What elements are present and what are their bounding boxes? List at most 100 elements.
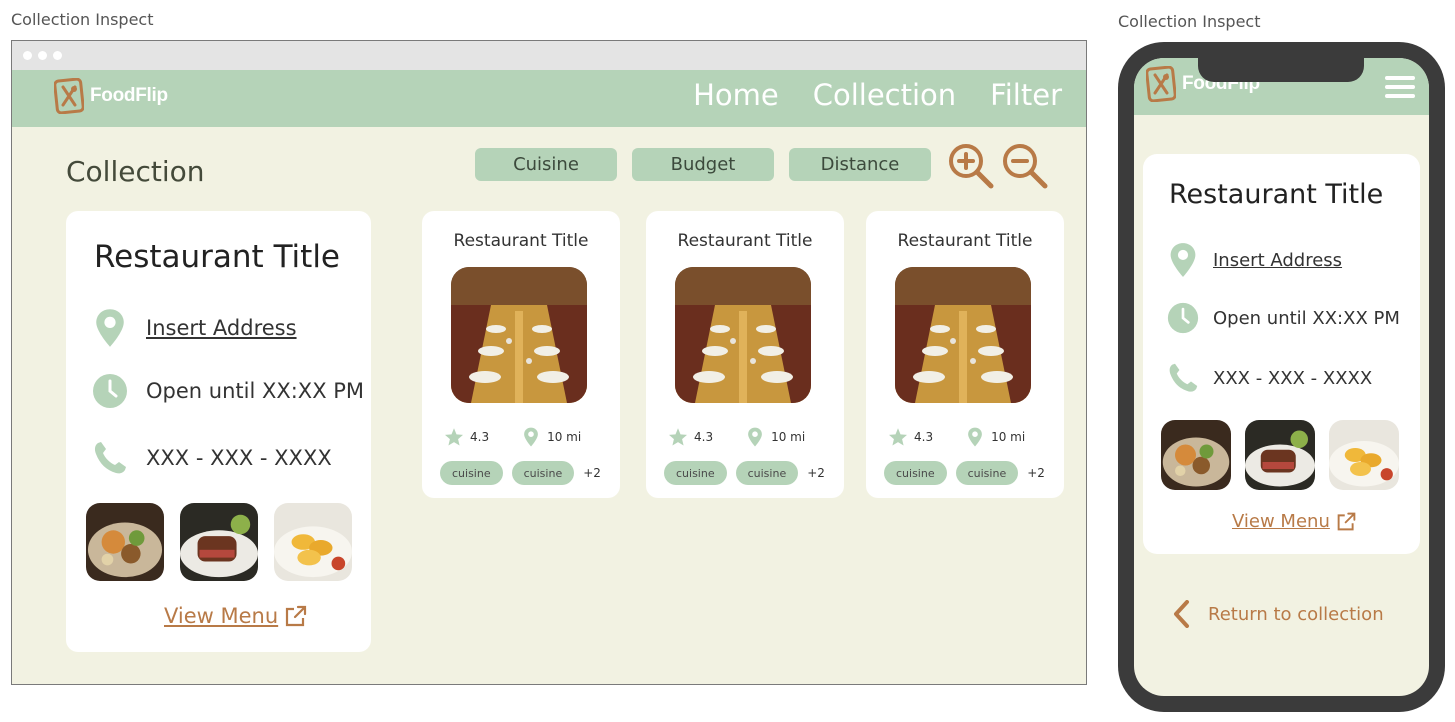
- distance-text: 10 mi: [771, 430, 806, 444]
- hamburger-icon[interactable]: [1385, 76, 1415, 98]
- phone-notch: [1198, 58, 1364, 82]
- map-pin-icon: [523, 427, 539, 447]
- phone-icon: [1167, 362, 1199, 394]
- map-pin-icon: [967, 427, 983, 447]
- nav-collection[interactable]: Collection: [813, 78, 956, 112]
- restaurant-title: Restaurant Title: [897, 231, 1033, 251]
- window-dot[interactable]: [23, 51, 32, 60]
- restaurant-meta: 4.3 10 mi: [888, 427, 1025, 447]
- filter-budget-button[interactable]: Budget: [632, 148, 774, 181]
- phone-text: XXX - XXX - XXXX: [146, 446, 332, 470]
- more-tags-count[interactable]: +2: [1027, 466, 1045, 480]
- hours-text: Open until XX:XX PM: [1213, 307, 1400, 329]
- food-photo[interactable]: [274, 503, 352, 581]
- restaurant-detail-card: Restaurant Title Insert Address Open unt…: [66, 211, 371, 652]
- brand-name: FoodFlip: [90, 85, 168, 106]
- mobile-restaurant-card: Restaurant Title Insert Address Open unt…: [1143, 154, 1420, 554]
- detail-title: Restaurant Title: [1169, 179, 1384, 210]
- restaurant-photo: [675, 267, 811, 403]
- nav-filter[interactable]: Filter: [990, 78, 1062, 112]
- nav-links: Home Collection Filter: [693, 78, 1062, 112]
- chevron-left-icon: [1174, 600, 1189, 628]
- restaurant-card[interactable]: Restaurant Title 4.3 10 mi cuisine cuisi…: [866, 211, 1064, 498]
- tag-list: cuisine cuisine +2: [664, 461, 825, 485]
- restaurant-meta: 4.3 10 mi: [668, 427, 805, 447]
- phone-frame: FoodFlip Restaurant Title Insert Address…: [1118, 42, 1445, 712]
- phone-row: XXX - XXX - XXXX: [1167, 360, 1372, 396]
- detail-title: Restaurant Title: [94, 239, 341, 275]
- view-menu-label: View Menu: [1232, 511, 1330, 532]
- cuisine-tag[interactable]: cuisine: [511, 461, 575, 485]
- cuisine-tag[interactable]: cuisine: [955, 461, 1019, 485]
- hours-row: Open until XX:XX PM: [92, 371, 364, 411]
- map-pin-icon: [747, 427, 763, 447]
- distance-text: 10 mi: [547, 430, 582, 444]
- cuisine-tag[interactable]: cuisine: [664, 461, 727, 485]
- desktop-window: FoodFlip Home Collection Filter Collecti…: [11, 40, 1087, 685]
- restaurant-title: Restaurant Title: [453, 231, 589, 251]
- mobile-frame-label: Collection Inspect: [1118, 12, 1261, 31]
- cuisine-tag[interactable]: cuisine: [735, 461, 799, 485]
- food-photo[interactable]: [1245, 420, 1315, 490]
- restaurant-meta: 4.3 10 mi: [444, 427, 581, 447]
- address-link[interactable]: Insert Address: [146, 316, 297, 340]
- window-chrome: [12, 41, 1086, 70]
- logo-icon: [54, 78, 84, 114]
- clock-icon: [92, 373, 128, 409]
- return-to-collection-link[interactable]: Return to collection: [1172, 600, 1384, 628]
- hours-text: Open until XX:XX PM: [146, 379, 365, 403]
- food-photo[interactable]: [1161, 420, 1231, 490]
- view-menu-link[interactable]: View Menu: [164, 604, 308, 628]
- zoom-out-icon[interactable]: [1002, 143, 1048, 189]
- cuisine-tag[interactable]: cuisine: [440, 461, 503, 485]
- window-dot[interactable]: [38, 51, 47, 60]
- cuisine-tag[interactable]: cuisine: [884, 461, 947, 485]
- rating-text: 4.3: [914, 430, 934, 444]
- phone-row: XXX - XXX - XXXX: [92, 438, 332, 478]
- hours-row: Open until XX:XX PM: [1167, 300, 1400, 336]
- return-label: Return to collection: [1208, 603, 1384, 625]
- logo-icon: [1146, 66, 1176, 102]
- restaurant-photo: [451, 267, 587, 403]
- restaurant-card[interactable]: Restaurant Title 4.3 10 mi cuisine cuisi…: [646, 211, 844, 498]
- rating-text: 4.3: [470, 430, 490, 444]
- nav-home[interactable]: Home: [693, 78, 779, 112]
- food-gallery: [1161, 420, 1399, 490]
- phone-icon: [92, 440, 128, 476]
- filter-distance-button[interactable]: Distance: [789, 148, 931, 181]
- external-link-icon: [284, 604, 308, 628]
- restaurant-title: Restaurant Title: [677, 231, 813, 251]
- food-photo[interactable]: [180, 503, 258, 581]
- window-dot[interactable]: [53, 51, 62, 60]
- restaurant-photo: [895, 267, 1031, 403]
- food-photo[interactable]: [86, 503, 164, 581]
- address-row: Insert Address: [1167, 242, 1342, 278]
- desktop-frame-label: Collection Inspect: [11, 10, 154, 29]
- distance-text: 10 mi: [991, 430, 1026, 444]
- view-menu-link[interactable]: View Menu: [1232, 511, 1357, 532]
- star-icon: [888, 427, 908, 447]
- star-icon: [444, 427, 464, 447]
- filter-cuisine-button[interactable]: Cuisine: [475, 148, 617, 181]
- address-row: Insert Address: [92, 308, 297, 348]
- zoom-in-icon[interactable]: [948, 143, 994, 189]
- rating-text: 4.3: [694, 430, 714, 444]
- restaurant-card[interactable]: Restaurant Title 4.3 10 mi cuisine cuisi…: [422, 211, 620, 498]
- food-photo[interactable]: [1329, 420, 1399, 490]
- star-icon: [668, 427, 688, 447]
- food-gallery: [86, 503, 352, 581]
- tag-list: cuisine cuisine +2: [884, 461, 1045, 485]
- phone-screen: FoodFlip Restaurant Title Insert Address…: [1134, 58, 1429, 696]
- address-link[interactable]: Insert Address: [1213, 250, 1342, 271]
- more-tags-count[interactable]: +2: [583, 466, 601, 480]
- clock-icon: [1167, 302, 1199, 334]
- page-title: Collection: [66, 155, 205, 188]
- map-pin-icon: [1169, 242, 1197, 278]
- navbar: FoodFlip Home Collection Filter: [12, 70, 1086, 127]
- map-pin-icon: [94, 308, 126, 348]
- logo[interactable]: FoodFlip: [54, 78, 168, 114]
- phone-text: XXX - XXX - XXXX: [1213, 367, 1373, 389]
- more-tags-count[interactable]: +2: [807, 466, 825, 480]
- external-link-icon: [1336, 511, 1357, 532]
- tag-list: cuisine cuisine +2: [440, 461, 601, 485]
